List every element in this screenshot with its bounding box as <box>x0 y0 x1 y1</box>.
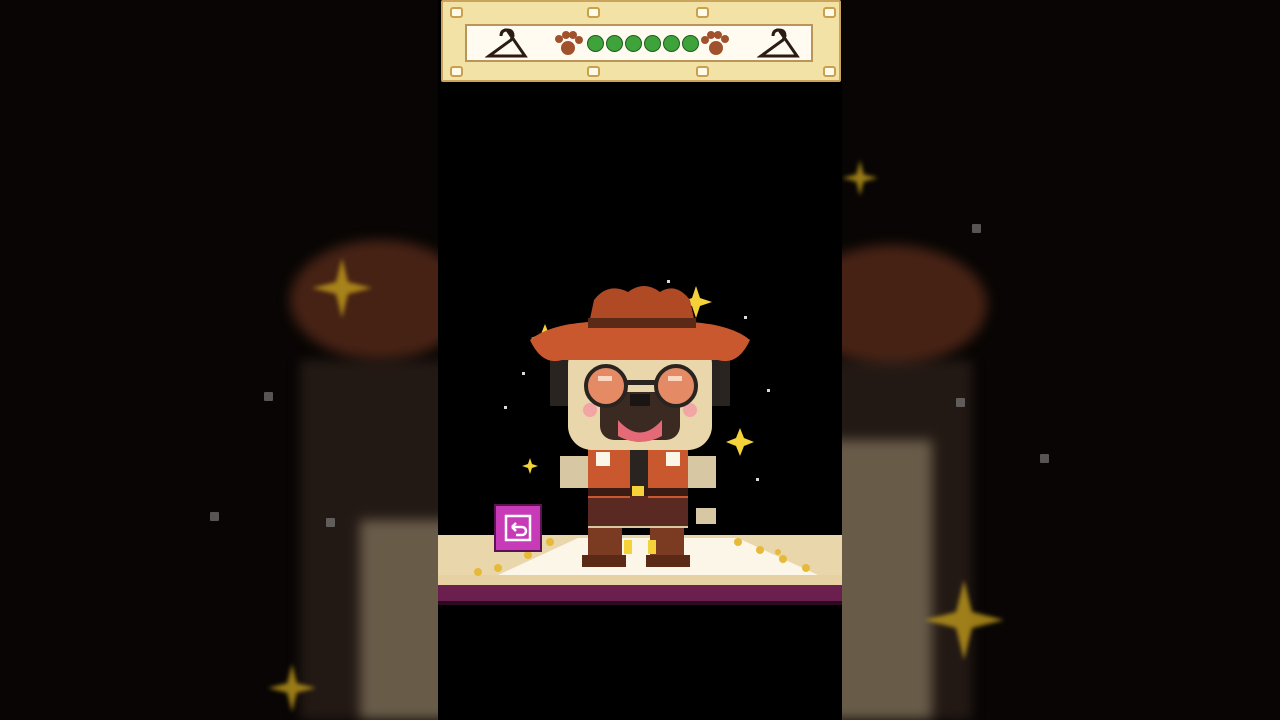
rivet <box>696 66 709 77</box>
rivet <box>587 7 600 18</box>
progress-dot <box>625 35 642 52</box>
progress-dot <box>663 35 680 52</box>
paw-icon <box>555 31 583 55</box>
hanger-icon[interactable] <box>757 24 801 64</box>
rivet <box>450 7 463 18</box>
rivet <box>823 7 836 18</box>
progress-dots <box>587 35 699 52</box>
undo-icon <box>504 514 532 542</box>
sparkle-icon <box>924 580 1004 660</box>
progress-dot <box>606 35 623 52</box>
particle <box>956 398 965 407</box>
progress-dot <box>644 35 661 52</box>
progress-dot <box>682 35 699 52</box>
pug-character[interactable] <box>438 0 842 720</box>
sparkle-icon <box>268 664 316 712</box>
top-progress-bar <box>441 0 841 82</box>
sparkle-icon <box>842 160 878 196</box>
vest-outfit <box>560 448 716 528</box>
particle <box>972 224 981 233</box>
rivet <box>823 66 836 77</box>
particle <box>210 512 219 521</box>
undo-button[interactable] <box>494 504 542 552</box>
paw-icon <box>701 31 729 55</box>
particle <box>264 392 273 401</box>
hanger-icon[interactable] <box>485 24 529 64</box>
right-backdrop <box>842 0 1280 720</box>
blurred-body-left <box>300 360 438 720</box>
particle <box>326 518 335 527</box>
progress-dot <box>587 35 604 52</box>
blurred-body-right <box>842 360 972 720</box>
cowboy-hat <box>530 286 750 362</box>
left-backdrop <box>0 0 438 720</box>
rivet <box>450 66 463 77</box>
particle <box>1040 454 1049 463</box>
rivet <box>587 66 600 77</box>
rivet <box>696 7 709 18</box>
sparkle-icon <box>312 258 372 318</box>
game-viewport <box>438 0 842 720</box>
